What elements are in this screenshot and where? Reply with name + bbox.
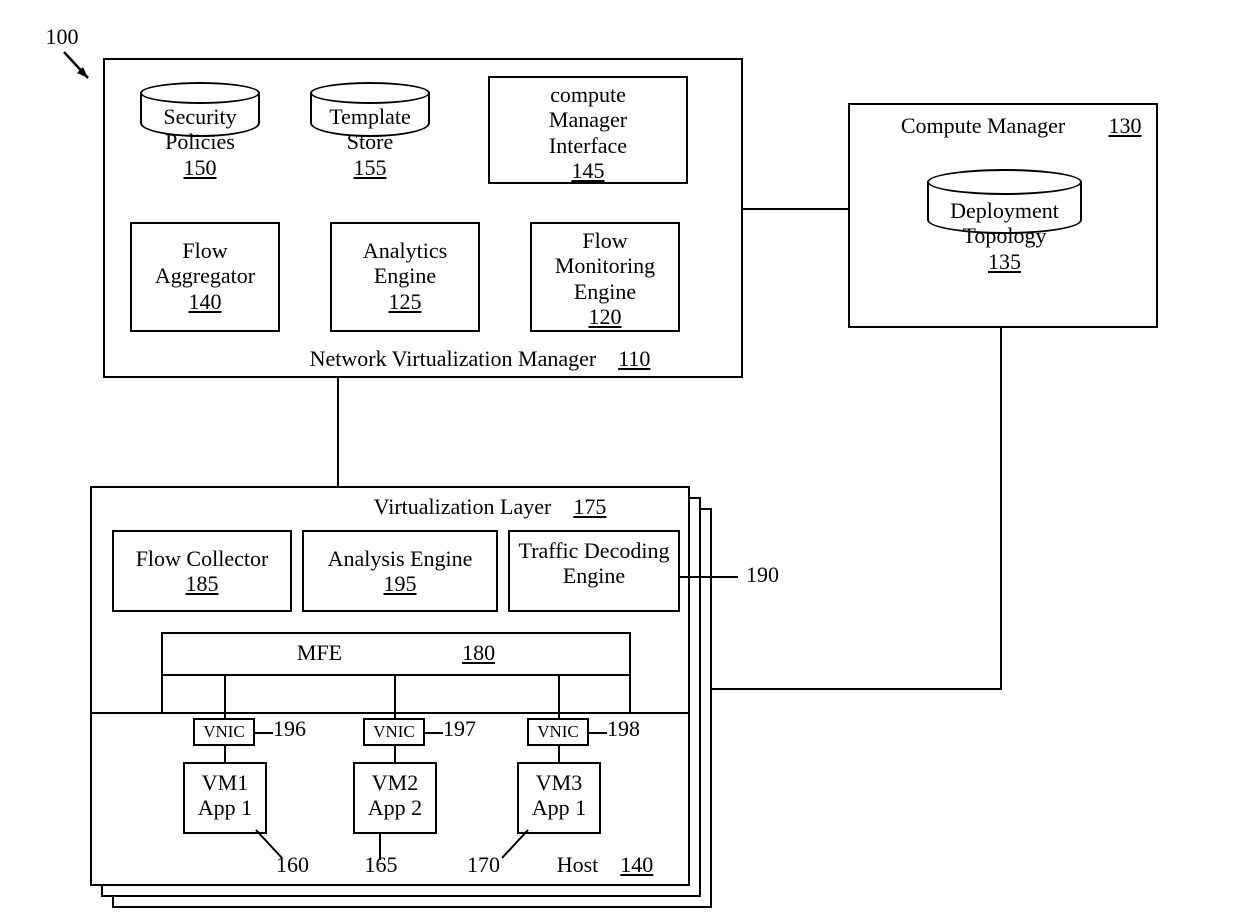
mfe-right-leg — [629, 676, 631, 712]
traffic-decoding-label: Traffic Decoding Engine — [508, 538, 680, 589]
compute-manager-ref: 130 — [1100, 113, 1150, 138]
analysis-engine-text: Analysis Engine — [328, 546, 473, 571]
ref-160: 160 — [276, 852, 326, 877]
cmi-label: compute Manager Interface 145 — [488, 82, 688, 183]
ref-170: 170 — [450, 852, 500, 877]
nvm-ref: 110 — [618, 346, 650, 371]
ref-165: 165 — [356, 852, 406, 877]
mfe-text: MFE — [297, 640, 342, 665]
nvm-title: Network Virtualization Manager 110 — [250, 346, 710, 371]
compute-manager-text: Compute Manager — [901, 113, 1065, 138]
leader-190 — [680, 576, 738, 578]
ref-196: 196 — [273, 716, 323, 741]
traffic-decoding-text: Traffic Decoding Engine — [519, 538, 670, 588]
leader-197 — [425, 732, 443, 734]
conn-compute-to-host-v — [1000, 328, 1002, 690]
ref-190: 190 — [746, 562, 806, 587]
analysis-engine-label: Analysis Engine 195 — [302, 546, 498, 597]
host-divider — [90, 712, 690, 714]
vm1-label: VM1App 1 — [183, 770, 267, 821]
connector-nvm-to-virt — [337, 378, 339, 486]
security-policies-ref: 150 — [184, 155, 217, 180]
flow-collector-text: Flow Collector — [136, 546, 269, 571]
nvm-title-text: Network Virtualization Manager — [310, 346, 597, 371]
flow-monitoring-label: Flow Monitoring Engine 120 — [530, 228, 680, 329]
deployment-topology-ref: 135 — [988, 249, 1021, 274]
ref-197: 197 — [443, 716, 493, 741]
conn-vnic2-vm2 — [394, 746, 396, 762]
figure-ref-label: 100 — [32, 24, 92, 49]
conn-vnic1-vm1 — [224, 746, 226, 762]
conn-vnic3-vm3 — [558, 746, 560, 762]
security-policies-text: Security Policies — [163, 104, 236, 154]
flow-monitoring-ref: 120 — [589, 304, 622, 329]
virt-layer-text: Virtualization Layer — [374, 494, 552, 519]
template-store-label: Template Store 155 — [300, 104, 440, 180]
cmi-ref: 145 — [572, 158, 605, 183]
mfe-ref: 180 — [462, 640, 495, 665]
template-store-text: Template Store — [329, 104, 411, 154]
leader-196 — [255, 732, 273, 734]
host-label: Host 140 — [530, 852, 680, 877]
template-store-ref: 155 — [354, 155, 387, 180]
deployment-topology-label: Deployment Topology 135 — [912, 198, 1097, 274]
vnic1-box: VNIC — [193, 718, 255, 746]
flow-aggregator-ref: 140 — [189, 289, 222, 314]
security-policies-label: Security Policies 150 — [130, 104, 270, 180]
ref-198: 198 — [607, 716, 657, 741]
conn-compute-to-host-h — [712, 688, 1002, 690]
flow-aggregator-label: Flow Aggregator 140 — [130, 238, 280, 314]
conn-mfe-vnic3 — [558, 676, 560, 718]
leader-198 — [589, 732, 607, 734]
vm3-label: VM3App 1 — [517, 770, 601, 821]
virt-layer-title: Virtualization Layer 175 — [340, 494, 640, 519]
flow-aggregator-text: Flow Aggregator — [155, 238, 255, 288]
cmi-text: compute Manager Interface — [549, 82, 627, 158]
deployment-topology-text: Deployment Topology — [950, 198, 1059, 248]
vnic3-box: VNIC — [527, 718, 589, 746]
analytics-engine-ref: 125 — [389, 289, 422, 314]
compute-manager-title: Compute Manager — [848, 113, 1118, 138]
virt-layer-ref: 175 — [573, 494, 606, 519]
conn-mfe-vnic1 — [224, 676, 226, 718]
conn-mfe-vnic2 — [394, 676, 396, 718]
vm2-label: VM2App 2 — [353, 770, 437, 821]
vnic2-box: VNIC — [363, 718, 425, 746]
analytics-engine-text: Analytics Engine — [363, 238, 447, 288]
flow-collector-label: Flow Collector 185 — [112, 546, 292, 597]
connector-nvm-to-compute — [743, 208, 848, 210]
analysis-engine-ref: 195 — [384, 571, 417, 596]
analytics-engine-label: Analytics Engine 125 — [330, 238, 480, 314]
mfe-label: MFE 180 — [161, 640, 631, 665]
flow-collector-ref: 185 — [186, 571, 219, 596]
leader-170 — [494, 826, 534, 864]
figure-ref-arrow — [58, 48, 98, 88]
flow-monitoring-text: Flow Monitoring Engine — [555, 228, 655, 304]
mfe-left-leg — [161, 676, 163, 712]
